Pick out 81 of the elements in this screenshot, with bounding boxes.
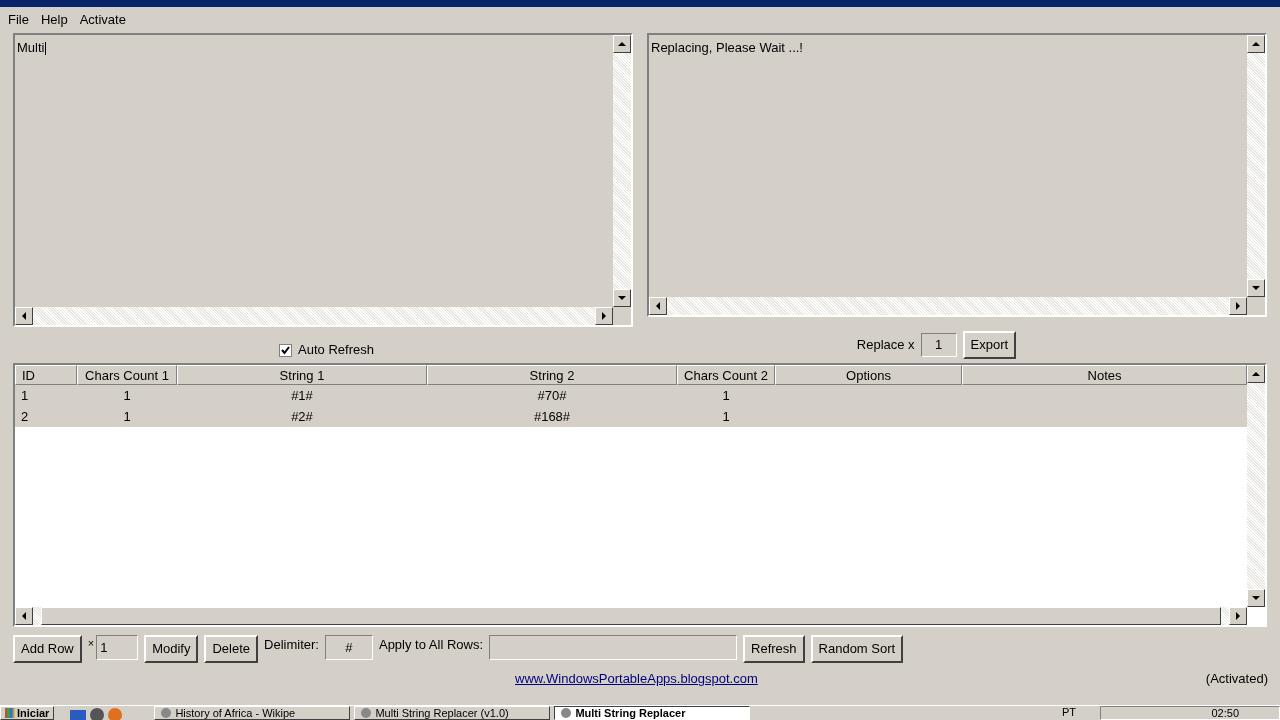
down-arrow-icon bbox=[1252, 284, 1260, 292]
app-icon bbox=[361, 708, 372, 718]
taskbar-button[interactable]: Multi String Replacer (v1.0) bbox=[354, 706, 551, 720]
table-cell-text: #2# bbox=[290, 407, 314, 426]
column-header[interactable]: Chars Count 2 bbox=[677, 365, 775, 385]
app-icon[interactable] bbox=[90, 708, 105, 720]
modify-button[interactable]: Modify bbox=[144, 635, 199, 663]
replace-label: Replace x bbox=[856, 336, 915, 355]
delimiter-label: Delimiter: bbox=[264, 636, 319, 654]
multiply-sign: × bbox=[87, 636, 95, 651]
right-arrow-icon bbox=[600, 312, 608, 320]
table-row[interactable]: 1 1 #1# #70# 1 bbox=[15, 385, 1247, 406]
column-header[interactable]: Options bbox=[775, 365, 962, 385]
right-arrow-icon bbox=[1234, 302, 1242, 310]
scroll-thumb[interactable] bbox=[41, 607, 1221, 625]
delete-button[interactable]: Delete bbox=[204, 635, 259, 663]
website-link[interactable]: www.WindowsPortableApps.blogspot.com bbox=[515, 669, 758, 689]
start-label: Iniciar bbox=[17, 707, 50, 719]
menu-item[interactable]: Activate bbox=[73, 10, 132, 30]
table-cell-text: 1 bbox=[122, 386, 132, 405]
text-content: Multi bbox=[17, 39, 47, 58]
output-text-area[interactable]: Replacing, Please Wait ...! bbox=[647, 33, 1267, 317]
scroll-right-button[interactable] bbox=[1229, 607, 1247, 625]
table-cell-text: #70# bbox=[536, 386, 568, 405]
column-header[interactable]: Notes bbox=[962, 365, 1247, 385]
menu-item[interactable]: File bbox=[2, 10, 35, 30]
table-cell-text: 1 bbox=[721, 407, 731, 426]
taskbar-button[interactable]: History of Africa - Wikipe bbox=[154, 706, 351, 720]
left-arrow-icon bbox=[20, 312, 28, 320]
left-arrow-icon bbox=[654, 302, 662, 310]
down-arrow-icon bbox=[1252, 594, 1260, 602]
checkbox-label: Auto Refresh bbox=[298, 341, 374, 360]
refresh-button[interactable]: Refresh bbox=[743, 635, 805, 663]
scroll-right-button[interactable] bbox=[595, 307, 613, 325]
text-content: Replacing, Please Wait ...! bbox=[651, 39, 803, 57]
start-button[interactable]: Iniciar bbox=[0, 706, 55, 720]
left-arrow-icon bbox=[20, 612, 28, 620]
scroll-left-button[interactable] bbox=[15, 607, 33, 625]
table-cell-text: #1# bbox=[290, 386, 314, 405]
scroll-down-button[interactable] bbox=[1247, 589, 1265, 607]
scroll-left-button[interactable] bbox=[649, 297, 667, 315]
row-count-field[interactable]: 1 bbox=[96, 635, 139, 660]
menu-item[interactable]: Help bbox=[34, 10, 74, 30]
checkbox[interactable] bbox=[279, 343, 293, 357]
scroll-up-button[interactable] bbox=[1247, 35, 1265, 53]
scroll-down-button[interactable] bbox=[613, 289, 631, 307]
app-icon bbox=[561, 708, 572, 718]
windows-logo-icon bbox=[5, 708, 15, 718]
app-icon bbox=[161, 708, 172, 718]
scroll-right-button[interactable] bbox=[1229, 297, 1247, 315]
add-row-button[interactable]: Add Row bbox=[13, 635, 82, 663]
scroll-up-button[interactable] bbox=[1247, 365, 1265, 383]
status-text: (Activated) bbox=[1205, 670, 1268, 689]
apply-label: Apply to All Rows: bbox=[378, 636, 483, 654]
column-header[interactable]: String 1 bbox=[177, 365, 427, 385]
scroll-up-button[interactable] bbox=[613, 35, 631, 53]
export-button[interactable]: Export bbox=[962, 331, 1017, 359]
apply-field[interactable] bbox=[489, 635, 737, 660]
up-arrow-icon bbox=[1252, 370, 1260, 378]
scroll-left-button[interactable] bbox=[15, 307, 33, 325]
down-arrow-icon bbox=[618, 294, 626, 302]
source-text-area[interactable]: Multi bbox=[13, 33, 633, 327]
column-header[interactable]: String 2 bbox=[427, 365, 677, 385]
table-cell-text: 1 bbox=[721, 386, 731, 405]
right-arrow-icon bbox=[1234, 612, 1242, 620]
random-sort-button[interactable]: Random Sort bbox=[810, 635, 904, 663]
table-row[interactable]: 2 1 #2# #168# 1 bbox=[15, 406, 1247, 427]
delimiter-field[interactable]: # bbox=[324, 635, 373, 660]
column-header[interactable]: Chars Count 1 bbox=[77, 365, 177, 385]
clock: 02:50 bbox=[1211, 707, 1239, 719]
table-cell-text: #168# bbox=[532, 407, 572, 426]
up-arrow-icon bbox=[618, 40, 626, 48]
scroll-down-button[interactable] bbox=[1247, 279, 1265, 297]
table-cell-text: 1 bbox=[20, 386, 30, 405]
column-header[interactable]: ID bbox=[15, 365, 77, 385]
table-cell-text: 2 bbox=[20, 407, 30, 426]
replace-count-field[interactable]: 1 bbox=[920, 333, 957, 357]
language-indicator: PT bbox=[1061, 706, 1076, 719]
taskbar-button[interactable]: Multi String Replacer bbox=[554, 706, 751, 720]
table-cell-text: 1 bbox=[122, 407, 132, 426]
up-arrow-icon bbox=[1252, 40, 1260, 48]
